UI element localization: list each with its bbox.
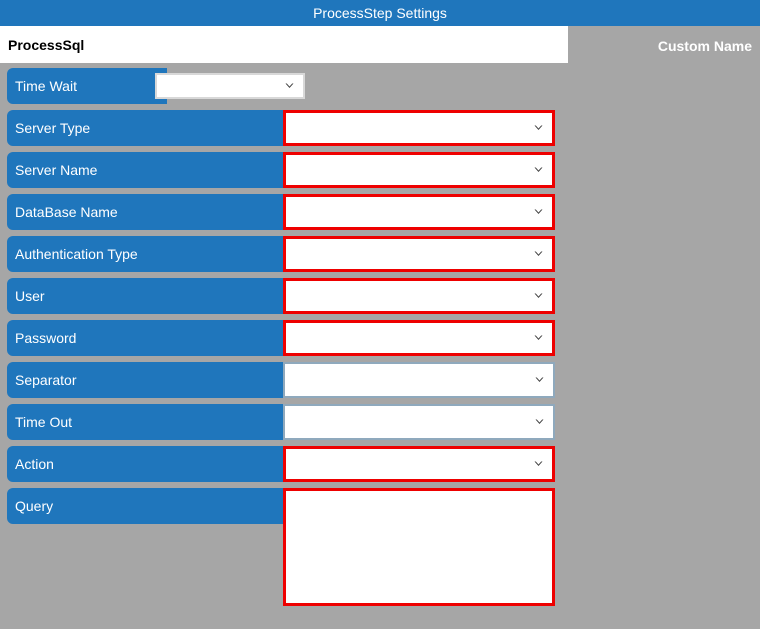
custom-name-label: Custom Name: [657, 38, 752, 54]
label-action: Action: [7, 446, 307, 482]
form-row-password: Password: [7, 320, 567, 356]
select-server-type[interactable]: [283, 110, 555, 146]
window-title-bar: ProcessStep Settings: [0, 0, 760, 26]
settings-form: Time Wait Server Type Server Name DataBase …: [0, 63, 760, 629]
query-textarea-input[interactable]: [286, 491, 552, 603]
select-authentication-type[interactable]: [283, 236, 555, 272]
label-time-out: Time Out: [7, 404, 307, 440]
form-row-time-out: Time Out: [7, 404, 567, 440]
select-database-name[interactable]: [283, 194, 555, 230]
select-value-user[interactable]: [286, 281, 552, 311]
label-separator: Separator: [7, 362, 307, 398]
form-row-database-name: DataBase Name: [7, 194, 567, 230]
select-value-time-wait[interactable]: [157, 75, 303, 97]
form-row-authentication-type: Authentication Type: [7, 236, 567, 272]
label-text-time-out: Time Out: [15, 414, 73, 430]
label-authentication-type: Authentication Type: [7, 236, 307, 272]
select-value-action[interactable]: [286, 449, 552, 479]
select-value-server-name[interactable]: [286, 155, 552, 185]
label-text-user: User: [15, 288, 45, 304]
label-text-password: Password: [15, 330, 77, 346]
select-password[interactable]: [283, 320, 555, 356]
select-value-time-out[interactable]: [285, 406, 553, 438]
label-time-wait: Time Wait: [7, 68, 167, 104]
form-row-server-type: Server Type: [7, 110, 567, 146]
select-server-name[interactable]: [283, 152, 555, 188]
label-text-authentication-type: Authentication Type: [15, 246, 138, 262]
select-time-wait[interactable]: [155, 73, 305, 99]
label-user: User: [7, 278, 307, 314]
label-text-action: Action: [15, 456, 54, 472]
select-time-out[interactable]: [283, 404, 555, 440]
select-user[interactable]: [283, 278, 555, 314]
select-value-authentication-type[interactable]: [286, 239, 552, 269]
select-action[interactable]: [283, 446, 555, 482]
textarea-query[interactable]: [283, 488, 555, 606]
select-separator[interactable]: [283, 362, 555, 398]
window-title: ProcessStep Settings: [313, 5, 447, 21]
form-row-query: Query: [7, 488, 567, 606]
select-value-password[interactable]: [286, 323, 552, 353]
label-server-name: Server Name: [7, 152, 307, 188]
custom-name-bar: Custom Name: [0, 26, 760, 63]
label-text-server-type: Server Type: [15, 120, 91, 136]
form-row-user: User: [7, 278, 567, 314]
label-text-time-wait: Time Wait: [15, 78, 77, 94]
label-query: Query: [7, 488, 307, 524]
select-value-separator[interactable]: [285, 364, 553, 396]
select-value-server-type[interactable]: [286, 113, 552, 143]
label-server-type: Server Type: [7, 110, 307, 146]
form-row-time-wait: Time Wait: [7, 68, 567, 104]
label-password: Password: [7, 320, 307, 356]
select-value-database-name[interactable]: [286, 197, 552, 227]
label-text-query: Query: [15, 498, 54, 514]
form-row-separator: Separator: [7, 362, 567, 398]
custom-name-input[interactable]: [0, 26, 568, 63]
form-row-action: Action: [7, 446, 567, 482]
label-text-separator: Separator: [15, 372, 77, 388]
label-text-server-name: Server Name: [15, 162, 98, 178]
label-database-name: DataBase Name: [7, 194, 307, 230]
label-text-database-name: DataBase Name: [15, 204, 118, 220]
form-row-server-name: Server Name: [7, 152, 567, 188]
